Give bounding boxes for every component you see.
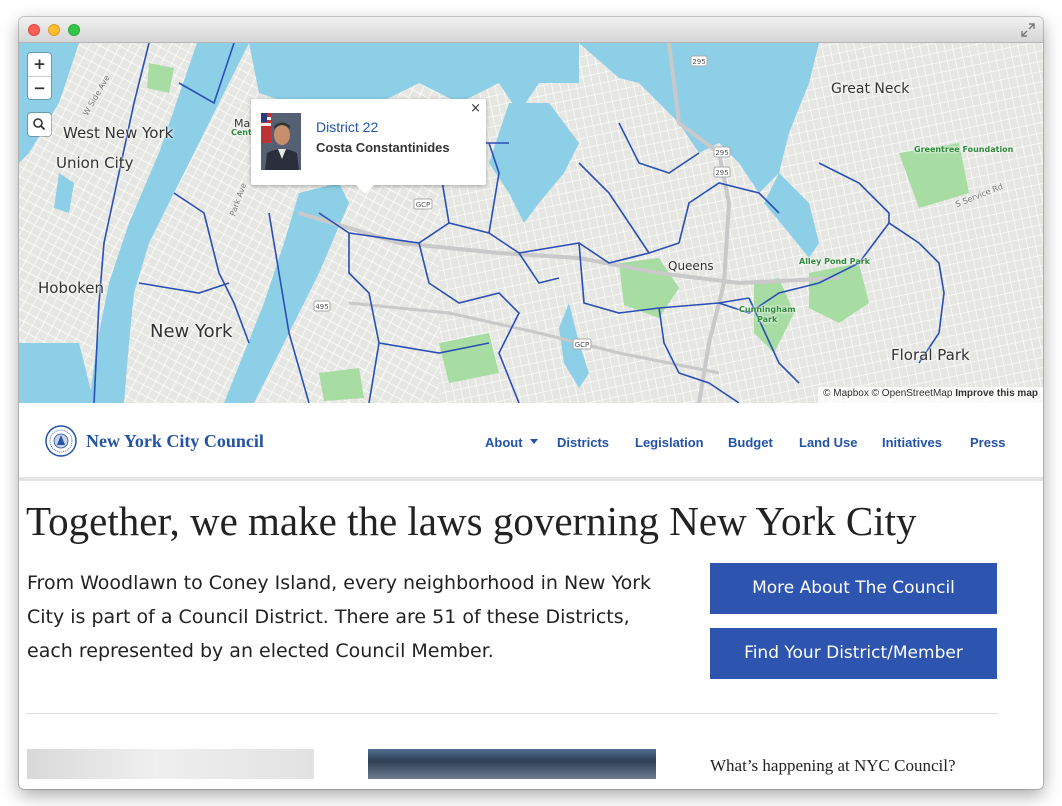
osm-link[interactable]: © OpenStreetMap	[872, 388, 953, 399]
map-label-queens: Queens	[668, 259, 714, 273]
find-district-button[interactable]: Find Your District/Member	[710, 628, 997, 679]
nav-budget[interactable]: Budget	[728, 435, 773, 450]
intro-paragraph: From Woodlawn to Coney Island, every nei…	[27, 572, 652, 662]
popup-district-link[interactable]: District 22	[316, 119, 378, 135]
map-label-west-new-york: West New York	[63, 124, 174, 142]
nav-initiatives[interactable]: Initiatives	[882, 435, 942, 450]
map-search-button[interactable]	[28, 113, 51, 136]
district-map[interactable]: 295 295 295 495 GCP GCP West New York Un…	[19, 43, 1043, 403]
map-label-great-neck: Great Neck	[831, 81, 910, 97]
site-logo-title[interactable]: New York City Council	[86, 431, 264, 452]
map-label-new-york: New York	[150, 321, 233, 342]
map-label-cunningham-park: Park	[757, 315, 778, 324]
nav-about[interactable]: About	[485, 435, 523, 450]
site-header: New York City Council About Districts Le…	[19, 403, 1043, 481]
svg-text:GCP: GCP	[416, 201, 431, 209]
svg-text:GCP: GCP	[575, 341, 590, 349]
minimize-window-button[interactable]	[48, 24, 60, 36]
search-icon	[33, 118, 46, 131]
popup-close-button[interactable]: ×	[470, 101, 481, 116]
zoom-out-button[interactable]: −	[28, 76, 51, 99]
maximize-window-button[interactable]	[68, 24, 80, 36]
map-label-cunningham: Cunningham	[739, 305, 796, 314]
map-tiles: 295 295 295 495 GCP GCP	[19, 43, 1043, 403]
nav-legislation[interactable]: Legislation	[635, 435, 704, 450]
news-image-1[interactable]	[27, 749, 314, 779]
nav-districts[interactable]: Districts	[557, 435, 609, 450]
svg-text:295: 295	[715, 169, 728, 177]
svg-text:295: 295	[692, 58, 705, 66]
mapbox-link[interactable]: © Mapbox	[823, 388, 869, 399]
chevron-down-icon[interactable]	[530, 439, 538, 444]
member-photo	[261, 113, 301, 170]
map-label-cent: Cent	[231, 128, 252, 137]
page-headline: Together, we make the laws governing New…	[26, 498, 917, 544]
whats-happening-heading: What’s happening at NYC Council?	[710, 756, 956, 775]
improve-map-link[interactable]: Improve this map	[955, 388, 1038, 399]
zoom-in-button[interactable]: +	[28, 53, 51, 76]
nyc-seal-icon[interactable]	[45, 425, 77, 457]
nav-press[interactable]: Press	[970, 435, 1005, 450]
map-label-hoboken: Hoboken	[38, 279, 105, 297]
map-label-floral-park: Floral Park	[891, 346, 970, 364]
section-divider	[26, 713, 998, 714]
map-zoom-control: + −	[28, 53, 51, 99]
close-window-button[interactable]	[28, 24, 40, 36]
map-label-greentree: Greentree Foundation	[914, 145, 1014, 154]
svg-text:495: 495	[315, 303, 328, 311]
map-label-union-city: Union City	[56, 154, 134, 172]
nav-land-use[interactable]: Land Use	[799, 435, 858, 450]
district-popup: District 22 Costa Constantinides ×	[251, 99, 486, 194]
map-attribution: © Mapbox © OpenStreetMap Improve this ma…	[818, 387, 1043, 403]
map-label-alley-pond: Alley Pond Park	[799, 257, 870, 266]
news-image-2[interactable]	[368, 749, 656, 779]
fullscreen-icon[interactable]	[1021, 23, 1035, 37]
svg-text:295: 295	[715, 149, 728, 157]
window-titlebar	[19, 17, 1043, 43]
popup-member-name: Costa Constantinides	[316, 140, 450, 155]
more-about-council-button[interactable]: More About The Council	[710, 563, 997, 614]
